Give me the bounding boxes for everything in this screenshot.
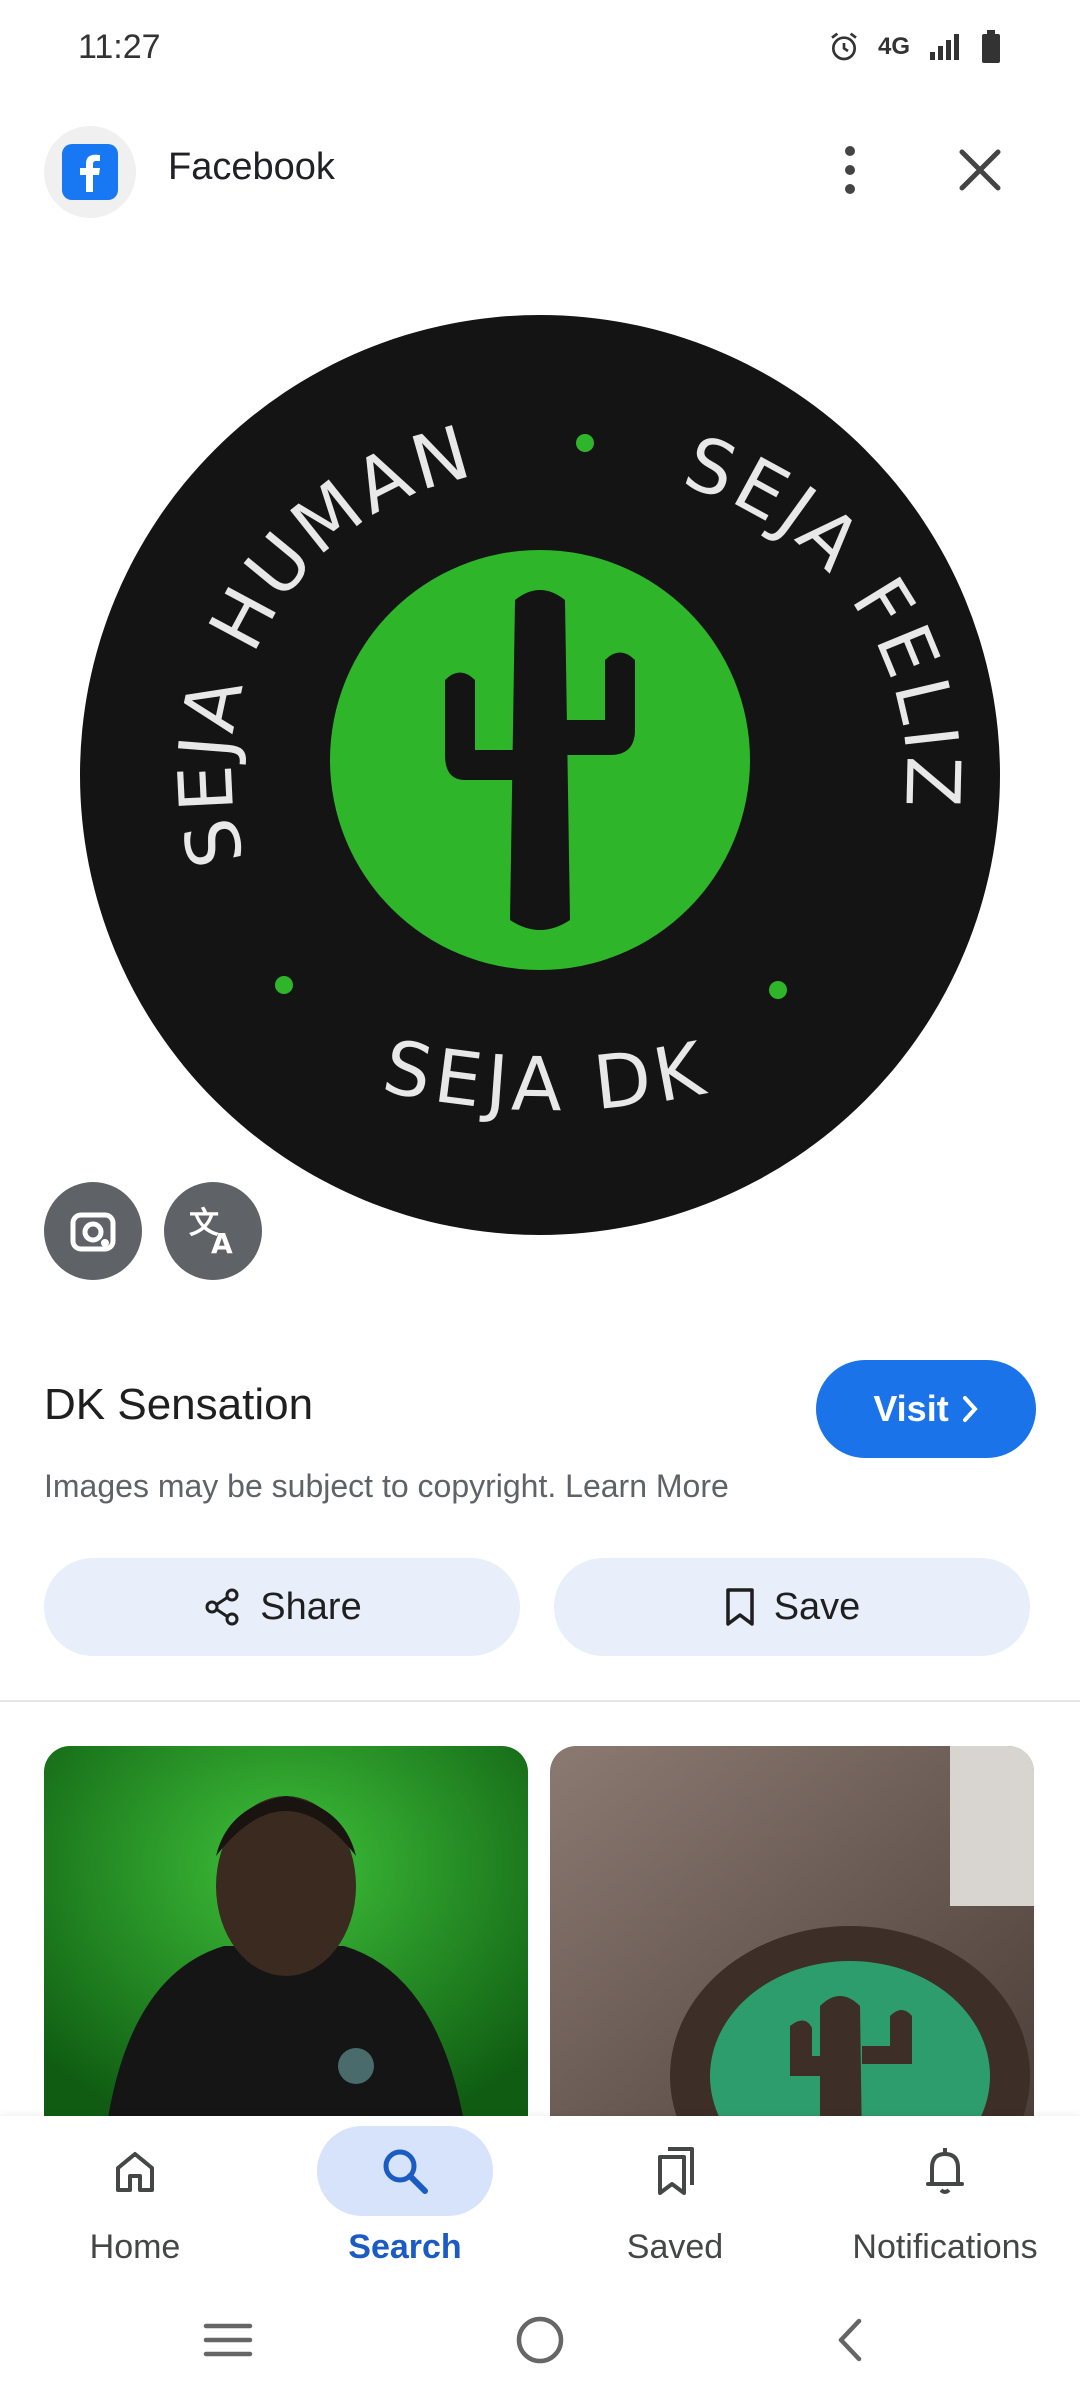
share-button[interactable]: Share — [44, 1558, 520, 1656]
translate-icon[interactable]: 文A — [164, 1182, 262, 1280]
status-icons: 4G — [828, 30, 1002, 64]
result-title[interactable]: DK Sensation — [44, 1380, 313, 1430]
share-icon — [205, 1588, 239, 1626]
nav-label-saved: Saved — [626, 2228, 724, 2266]
bookmark-icon — [725, 1588, 754, 1626]
more-vert-icon[interactable] — [822, 130, 878, 210]
status-time: 11:27 — [78, 28, 161, 66]
home-icon — [47, 2126, 223, 2216]
alarm-icon — [831, 32, 857, 61]
copyright-notice[interactable]: Images may be subject to copyright. Lear… — [44, 1468, 729, 1505]
nav-notifications[interactable]: Notifications — [810, 2126, 1080, 2286]
signal-icon — [930, 34, 959, 60]
nav-label-search: Search — [348, 2228, 462, 2266]
back-icon[interactable] — [810, 2310, 890, 2370]
svg-text:A: A — [211, 1227, 233, 1259]
search-icon — [317, 2126, 493, 2216]
nav-home[interactable]: Home — [0, 2126, 270, 2286]
recents-icon[interactable] — [188, 2310, 268, 2370]
divider — [0, 1700, 1080, 1702]
share-label: Share — [260, 1585, 362, 1628]
save-label: Save — [773, 1585, 861, 1628]
bottom-nav: Home Search Saved Notifications — [0, 2116, 1080, 2286]
main-image[interactable]: SEJA HUMANO SEJA FELIZ SEJA DK — [29, 232, 1020, 1260]
chevron-right-icon — [962, 1396, 978, 1422]
bell-icon — [857, 2126, 1033, 2216]
lens-icon[interactable] — [44, 1182, 142, 1280]
system-nav-bar — [0, 2286, 1080, 2388]
close-icon[interactable] — [944, 132, 1016, 208]
visit-button[interactable]: Visit — [816, 1360, 1036, 1458]
source-name[interactable]: Facebook — [168, 146, 335, 189]
save-button[interactable]: Save — [554, 1558, 1030, 1656]
nav-label-home: Home — [89, 2228, 181, 2266]
nav-search[interactable]: Search — [270, 2126, 540, 2286]
related-image-1[interactable] — [44, 1746, 528, 2146]
nav-label-notifications: Notifications — [852, 2228, 1038, 2266]
battery-icon — [982, 30, 1000, 63]
bookmarks-icon — [587, 2126, 763, 2216]
nav-saved[interactable]: Saved — [540, 2126, 810, 2286]
network-type: 4G — [877, 33, 910, 60]
related-image-2[interactable] — [550, 1746, 1034, 2146]
home-button-icon[interactable] — [500, 2310, 580, 2370]
facebook-icon[interactable] — [44, 126, 136, 218]
visit-label: Visit — [873, 1388, 949, 1429]
